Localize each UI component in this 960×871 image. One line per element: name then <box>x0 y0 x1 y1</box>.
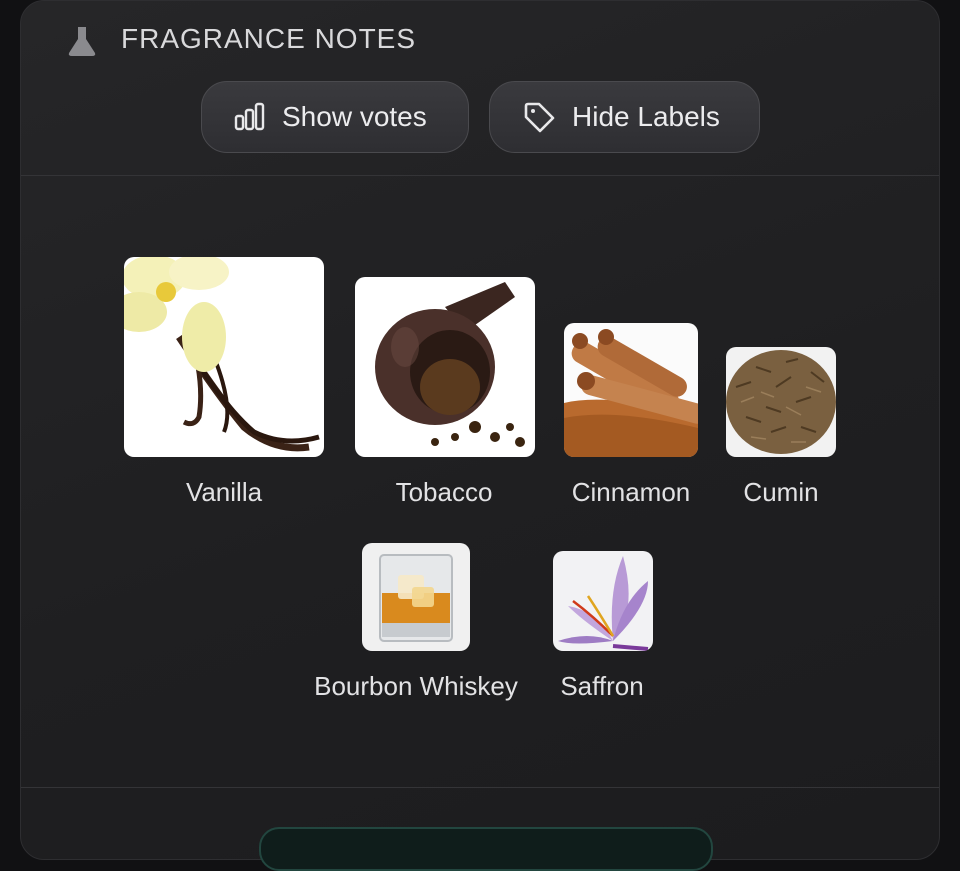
bar-chart-icon <box>234 102 265 131</box>
note-label-cinnamon: Cinnamon <box>571 477 691 507</box>
hide-labels-label: Hide Labels <box>572 101 720 132</box>
show-votes-button[interactable]: Show votes <box>201 81 469 153</box>
footer-action-button[interactable] <box>259 827 713 871</box>
note-label-saffron: Saffron <box>560 671 644 701</box>
tobacco-image[interactable] <box>355 277 535 457</box>
note-label-vanilla: Vanilla <box>185 477 263 507</box>
hide-labels-button[interactable]: Hide Labels <box>489 81 760 153</box>
flask-icon <box>68 27 96 56</box>
show-votes-label: Show votes <box>282 101 427 132</box>
footer-divider <box>21 787 939 788</box>
fragrance-notes-card: FRAGRANCE NOTES Show votes Hide Labels V… <box>20 0 940 871</box>
bourbon-whiskey-image[interactable] <box>362 543 470 651</box>
note-label-tobacco: Tobacco <box>395 477 493 507</box>
note-label-bourbon-whiskey: Bourbon Whiskey <box>314 671 518 701</box>
tag-icon <box>524 102 555 133</box>
saffron-image[interactable] <box>553 551 653 651</box>
cumin-image[interactable] <box>726 347 836 457</box>
note-label-cumin: Cumin <box>743 477 819 507</box>
section-title: FRAGRANCE NOTES <box>121 23 417 54</box>
header-divider <box>21 175 939 176</box>
cinnamon-image[interactable] <box>564 323 698 457</box>
vanilla-image[interactable] <box>124 257 324 457</box>
